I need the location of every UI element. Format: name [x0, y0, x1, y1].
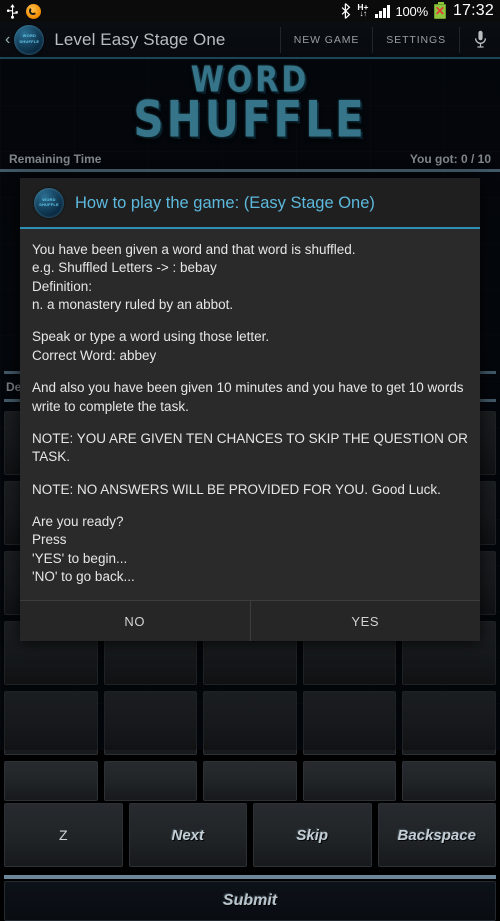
- app-logo-line2: shuffle: [19, 38, 40, 45]
- network-type-icon: H+ ↓↑: [357, 3, 368, 19]
- next-button[interactable]: Next: [128, 803, 247, 867]
- app-logo-icon[interactable]: word shuffle: [14, 24, 45, 55]
- microphone-icon[interactable]: [460, 27, 500, 53]
- dialog-paragraph: Definition:: [32, 278, 93, 294]
- letter-key[interactable]: [302, 761, 397, 801]
- dialog-button-bar: NO YES: [20, 600, 481, 642]
- skip-button[interactable]: Skip: [253, 803, 372, 867]
- status-bar: H+ ↓↑ 100% ✕ 17:32: [0, 0, 500, 22]
- action-key-row: Z Next Skip Backspace: [4, 803, 496, 867]
- page-title: Level Easy Stage One: [54, 29, 226, 49]
- status-bar-left: [6, 3, 41, 19]
- dialog-paragraph: Are you ready?: [32, 513, 124, 529]
- status-bar-right: H+ ↓↑ 100% ✕ 17:32: [340, 1, 494, 20]
- battery-percent-label: 100%: [395, 3, 429, 19]
- app-logo-icon: word shuffle: [34, 188, 64, 218]
- dialog-paragraph: 'YES' to begin...: [32, 550, 128, 566]
- dialog-paragraph: Speak or type a word using those letter.: [32, 329, 270, 345]
- usb-icon: [6, 3, 19, 19]
- dialog-paragraph: You have been given a word and that word…: [32, 242, 356, 257]
- dialog-paragraph: And also you have been given 10 minutes …: [32, 380, 464, 414]
- dialog-paragraph: 'NO' to go back...: [32, 569, 135, 585]
- dialog-paragraph: Correct Word: abbey: [32, 347, 157, 363]
- clock-label: 17:32: [452, 2, 494, 19]
- app-logo-line2: shuffle: [39, 202, 59, 208]
- dialog-paragraph: Press: [32, 532, 67, 548]
- dialog-paragraph: n. a monastery ruled by an abbot.: [32, 297, 234, 313]
- letter-key[interactable]: [103, 761, 198, 801]
- back-chevron-icon[interactable]: ‹: [0, 31, 14, 48]
- action-bar: ‹ word shuffle Level Easy Stage One NEW …: [0, 22, 500, 59]
- how-to-play-dialog: word shuffle How to play the game: (Easy…: [20, 178, 481, 642]
- network-arrows: ↓↑: [359, 9, 367, 19]
- yes-button[interactable]: YES: [249, 601, 481, 642]
- key-z[interactable]: Z: [4, 803, 123, 867]
- dialog-header: word shuffle How to play the game: (Easy…: [20, 178, 480, 229]
- no-button[interactable]: NO: [20, 601, 250, 641]
- dialog-note-skip: NOTE: YOU ARE GIVEN TEN CHANCES TO SKIP …: [32, 430, 468, 465]
- letter-key[interactable]: [203, 761, 297, 801]
- letter-key-row: [4, 761, 496, 801]
- submit-divider: [4, 875, 496, 879]
- sync-icon: [26, 3, 41, 19]
- dialog-body: You have been given a word and that word…: [20, 229, 480, 601]
- new-game-button[interactable]: NEW GAME: [279, 26, 374, 53]
- settings-button[interactable]: SETTINGS: [373, 26, 460, 53]
- submit-button[interactable]: Submit: [4, 881, 496, 921]
- dialog-note-answers: NOTE: NO ANSWERS WILL BE PROVIDED FOR YO…: [32, 481, 441, 497]
- bluetooth-icon: [340, 3, 351, 19]
- letter-key[interactable]: [4, 761, 98, 801]
- battery-charging-icon: ✕: [433, 1, 446, 19]
- dialog-paragraph: e.g. Shuffled Letters -> : bebay: [32, 260, 217, 276]
- action-bar-buttons: NEW GAME SETTINGS: [279, 22, 500, 57]
- dialog-title: How to play the game: (Easy Stage One): [75, 193, 375, 212]
- letter-key[interactable]: [402, 761, 496, 801]
- backspace-button[interactable]: Backspace: [377, 803, 496, 867]
- signal-bars-icon: [374, 4, 390, 18]
- app-root: Def Z Next Skip Backspace Submit WORD SH…: [0, 0, 500, 921]
